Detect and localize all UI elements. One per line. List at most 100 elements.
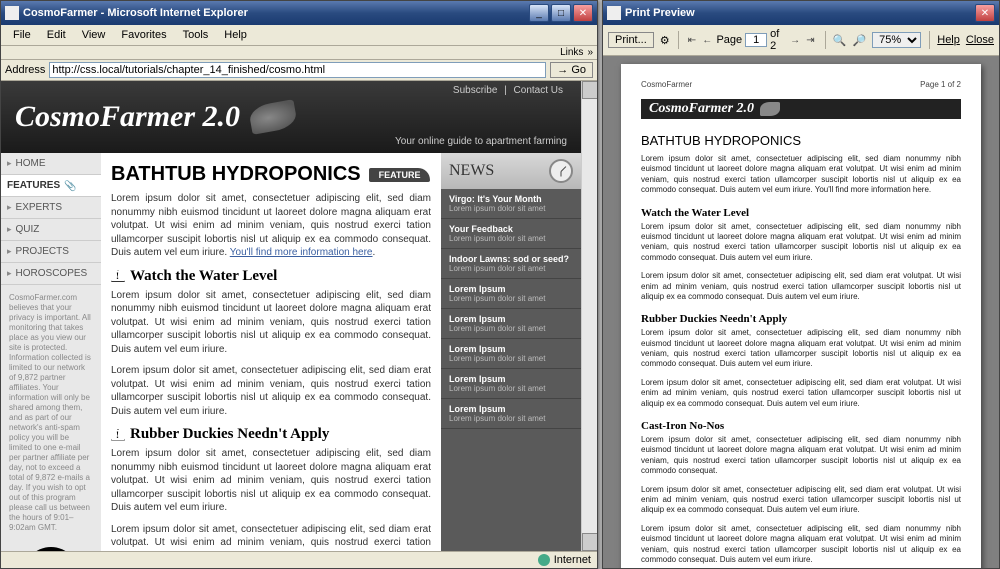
section-para: Lorem ipsum dolor sit amet, consectetuer… bbox=[111, 447, 431, 515]
site-header: Subscribe | Contact Us CosmoFarmer 2.0 Y… bbox=[1, 81, 581, 153]
site-tagline: Your online guide to apartment farming bbox=[1, 134, 581, 153]
exclusive-badge-icon: N!E bbox=[23, 547, 79, 551]
news-item[interactable]: Lorem IpsumLorem ipsum dolor sit amet bbox=[441, 279, 581, 309]
vertical-scrollbar[interactable] bbox=[581, 81, 597, 551]
menu-file[interactable]: File bbox=[5, 27, 39, 43]
nav-features[interactable]: FEATURES📎 bbox=[1, 175, 101, 197]
prev-page-button[interactable]: ← bbox=[701, 33, 713, 47]
menu-view[interactable]: View bbox=[74, 27, 114, 43]
news-item[interactable]: Lorem IpsumLorem ipsum dolor sit amet bbox=[441, 399, 581, 429]
browser-window: CosmoFarmer - Microsoft Internet Explore… bbox=[0, 0, 598, 569]
links-bar: Links» bbox=[1, 46, 597, 60]
news-item[interactable]: Lorem IpsumLorem ipsum dolor sit amet bbox=[441, 309, 581, 339]
zoom-out-icon[interactable]: 🔍 bbox=[833, 34, 847, 47]
section-heading-2: Rubber Duckies Needn't Apply bbox=[111, 426, 431, 443]
ie-icon bbox=[5, 6, 19, 20]
browser-statusbar: Internet bbox=[1, 551, 597, 568]
globe-icon bbox=[538, 554, 550, 566]
close-button-text[interactable]: Close bbox=[966, 34, 994, 46]
next-page-button[interactable]: → bbox=[789, 33, 801, 47]
print-button[interactable]: Print... bbox=[608, 32, 654, 48]
help-button[interactable]: Help bbox=[937, 34, 960, 46]
news-item[interactable]: Lorem IpsumLorem ipsum dolor sit amet bbox=[441, 339, 581, 369]
print-title: BATHTUB HYDROPONICS bbox=[641, 133, 961, 148]
menu-favorites[interactable]: Favorites bbox=[113, 27, 174, 43]
link-contact[interactable]: Contact Us bbox=[510, 85, 567, 96]
preview-titlebar[interactable]: Print Preview ✕ bbox=[603, 1, 999, 25]
address-input[interactable] bbox=[49, 62, 546, 78]
browser-titlebar[interactable]: CosmoFarmer - Microsoft Internet Explore… bbox=[1, 1, 597, 25]
page-of: of 2 bbox=[770, 28, 786, 52]
go-button[interactable]: → Go bbox=[550, 62, 593, 78]
nav-projects[interactable]: ▸PROJECTS bbox=[1, 241, 101, 263]
preview-close-button[interactable]: ✕ bbox=[975, 4, 995, 22]
zoom-in-icon[interactable]: 🔎 bbox=[852, 34, 866, 47]
section-heading-1: Watch the Water Level bbox=[111, 268, 431, 285]
preview-icon bbox=[607, 6, 621, 20]
menu-tools[interactable]: Tools bbox=[175, 27, 217, 43]
close-button[interactable]: ✕ bbox=[573, 4, 593, 22]
print-heading: Rubber Duckies Needn't Apply bbox=[641, 313, 961, 325]
maximize-button[interactable]: □ bbox=[551, 4, 571, 22]
site-logo[interactable]: CosmoFarmer 2.0 bbox=[1, 100, 581, 134]
browser-viewport: Subscribe | Contact Us CosmoFarmer 2.0 Y… bbox=[1, 81, 597, 551]
print-para: Lorem ipsum dolor sit amet, consectetuer… bbox=[641, 271, 961, 302]
clock-icon bbox=[549, 159, 573, 183]
exclusive-promo[interactable]: N!E Subscribe to the National Exasperato… bbox=[16, 547, 86, 551]
nav-experts[interactable]: ▸EXPERTS bbox=[1, 197, 101, 219]
news-item[interactable]: Virgo: It's Your MonthLorem ipsum dolor … bbox=[441, 189, 581, 219]
article: BATHTUB HYDROPONICS FEATURE Lorem ipsum … bbox=[101, 153, 441, 551]
paperclip-icon: 📎 bbox=[64, 181, 74, 191]
preview-page: CosmoFarmer Page 1 of 2 CosmoFarmer 2.0 … bbox=[621, 64, 981, 568]
print-para: Lorem ipsum dolor sit amet, consectetuer… bbox=[641, 485, 961, 516]
window-title: CosmoFarmer - Microsoft Internet Explore… bbox=[23, 7, 529, 19]
print-para: Lorem ipsum dolor sit amet, consectetuer… bbox=[641, 435, 961, 477]
warning-icon bbox=[111, 429, 125, 441]
minimize-button[interactable]: _ bbox=[529, 4, 549, 22]
page-header-left: CosmoFarmer bbox=[641, 80, 692, 89]
news-item[interactable]: Indoor Lawns: sod or seed?Lorem ipsum do… bbox=[441, 249, 581, 279]
sidebar: ▸HOME FEATURES📎 ▸EXPERTS ▸QUIZ ▸PROJECTS… bbox=[1, 153, 101, 551]
page-label: Page bbox=[716, 34, 742, 46]
news-sidebar: NEWS Virgo: It's Your MonthLorem ipsum d… bbox=[441, 153, 581, 551]
status-zone: Internet bbox=[554, 554, 591, 566]
print-para: Lorem ipsum dolor sit amet, consectetuer… bbox=[641, 154, 961, 196]
first-page-button[interactable]: ⇤ bbox=[686, 33, 698, 47]
article-intro: Lorem ipsum dolor sit amet, consectetuer… bbox=[111, 192, 431, 260]
privacy-text: CosmoFarmer.com believes that your priva… bbox=[1, 285, 101, 541]
preview-toolbar: Print... ⚙ ⇤ ← Page of 2 → ⇥ 🔍 🔎 75% Hel… bbox=[603, 25, 999, 56]
print-heading: Watch the Water Level bbox=[641, 207, 961, 219]
article-title: BATHTUB HYDROPONICS bbox=[111, 163, 361, 186]
link-subscribe[interactable]: Subscribe bbox=[449, 85, 501, 96]
print-para: Lorem ipsum dolor sit amet, consectetuer… bbox=[641, 222, 961, 264]
status-left bbox=[7, 554, 538, 566]
leaf-icon bbox=[760, 102, 780, 116]
links-label[interactable]: Links bbox=[560, 47, 583, 58]
settings-icon[interactable]: ⚙ bbox=[660, 34, 670, 47]
print-para: Lorem ipsum dolor sit amet, consectetuer… bbox=[641, 328, 961, 370]
news-header: NEWS bbox=[441, 153, 581, 189]
address-label: Address bbox=[5, 64, 45, 76]
nav-home[interactable]: ▸HOME bbox=[1, 153, 101, 175]
news-item[interactable]: Lorem IpsumLorem ipsum dolor sit amet bbox=[441, 369, 581, 399]
news-item[interactable]: Your FeedbackLorem ipsum dolor sit amet bbox=[441, 219, 581, 249]
leaf-icon bbox=[248, 99, 298, 135]
menu-help[interactable]: Help bbox=[216, 27, 255, 43]
page-input[interactable] bbox=[745, 33, 767, 47]
section-para: Lorem ipsum dolor sit amet, consectetuer… bbox=[111, 289, 431, 357]
preview-canvas: CosmoFarmer Page 1 of 2 CosmoFarmer 2.0 … bbox=[603, 56, 999, 568]
print-para: Lorem ipsum dolor sit amet, consectetuer… bbox=[641, 524, 961, 566]
nav-quiz[interactable]: ▸QUIZ bbox=[1, 219, 101, 241]
print-preview-window: Print Preview ✕ Print... ⚙ ⇤ ← Page of 2… bbox=[602, 0, 1000, 569]
nav-horoscopes[interactable]: ▸HOROSCOPES bbox=[1, 263, 101, 285]
print-logo: CosmoFarmer 2.0 bbox=[641, 99, 961, 119]
address-bar: Address → Go bbox=[1, 60, 597, 81]
print-heading: Cast-Iron No-Nos bbox=[641, 420, 961, 432]
menubar: File Edit View Favorites Tools Help bbox=[1, 25, 597, 46]
last-page-button[interactable]: ⇥ bbox=[804, 33, 816, 47]
more-info-link[interactable]: You'll find more information here bbox=[230, 247, 373, 258]
menu-edit[interactable]: Edit bbox=[39, 27, 74, 43]
section-para: Lorem ipsum dolor sit amet, consectetuer… bbox=[111, 364, 431, 418]
zoom-select[interactable]: 75% bbox=[872, 32, 921, 48]
preview-title: Print Preview bbox=[625, 7, 975, 19]
